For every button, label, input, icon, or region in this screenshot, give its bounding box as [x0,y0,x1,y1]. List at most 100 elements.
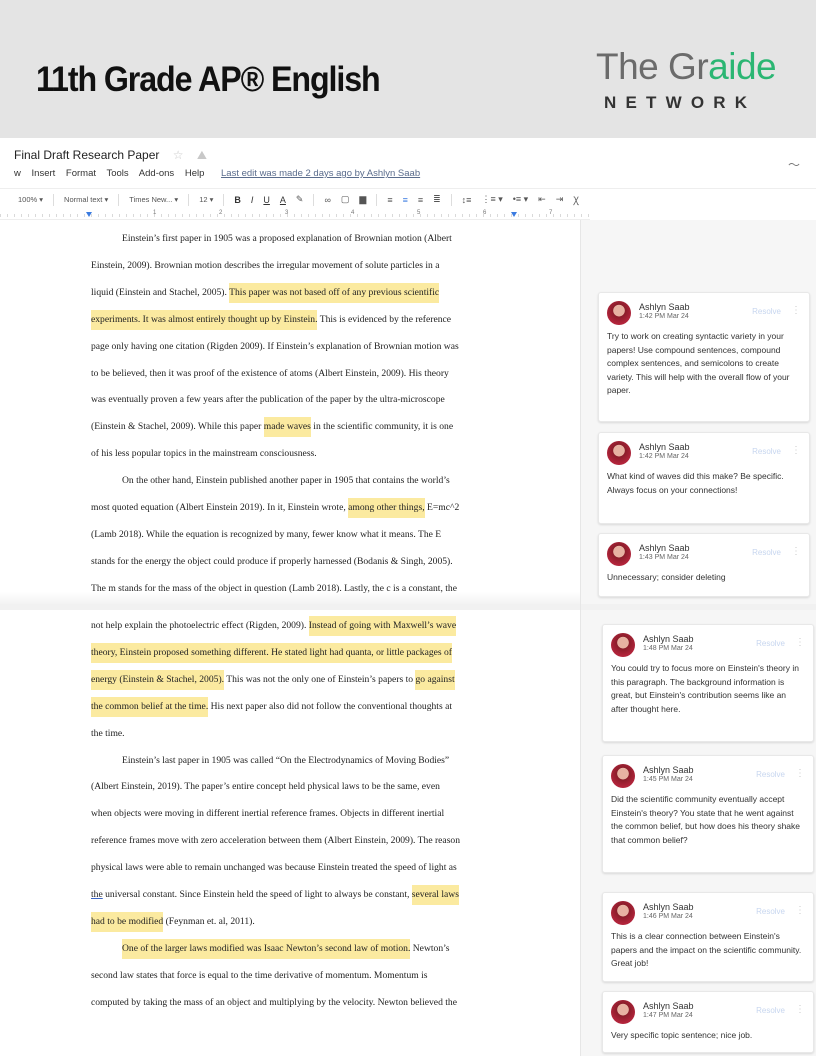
right-indent-marker[interactable] [511,212,517,217]
style-value: Normal text [64,195,103,204]
link-icon[interactable]: ∞ [324,195,330,205]
doc-text-line[interactable]: of his less popular topics in the mainst… [91,448,317,459]
numbered-list-icon[interactable]: ⋮≡ ▾ [481,194,502,205]
comment-text: Very specific topic sentence; nice job. [611,1030,753,1040]
font-size-select[interactable]: 12 ▾ [199,195,213,204]
more-options-icon[interactable]: ⋮ [795,905,805,916]
resolve-button[interactable]: Resolve [756,907,785,916]
toolbar-divider [223,193,225,206]
zoom-select[interactable]: 100% ▾ [18,195,43,204]
doc-text-line[interactable]: the common belief at the time. His next … [91,696,452,717]
more-options-icon[interactable]: ⋮ [795,768,805,779]
doc-text-line[interactable]: Einstein’s first paper in 1905 was a pro… [122,233,452,244]
doc-text-line[interactable]: (Albert Einstein, 2019). The paper’s ent… [91,781,440,792]
highlighted-text: Instead of going with Maxwell’s wave [308,616,457,636]
more-options-icon[interactable]: ⋮ [791,546,801,557]
doc-text-line[interactable]: Einstein, 2009). Brownian motion describ… [91,260,440,271]
doc-text-line[interactable]: page only having one citation (Rigden 20… [91,341,459,352]
doc-text-run: to be believed, then it was proof of the… [91,367,449,379]
menu-tools[interactable]: Tools [106,168,128,179]
doc-text-line[interactable]: theory, Einstein proposed something diff… [91,642,453,663]
doc-text-run: page only having one citation (Rigden 20… [91,340,459,352]
line-spacing-icon[interactable]: ↕≡ [462,195,472,205]
font-value: Times New... [129,195,173,204]
align-left-icon[interactable]: ≡ [387,195,392,205]
left-indent-marker[interactable] [86,212,92,217]
resolve-button[interactable]: Resolve [756,639,785,648]
activity-icon[interactable]: 〜 [788,156,800,173]
doc-text-line[interactable]: had to be modified (Feynman et. al, 2011… [91,911,255,932]
menu-help[interactable]: Help [185,168,205,179]
text-color-button[interactable]: A [280,195,286,205]
doc-text-run: (Einstein & Stachel, 2009). While this p… [91,421,264,433]
clear-formatting-icon[interactable]: Ꭓ [573,193,579,206]
doc-text-line[interactable]: (Lamb 2018). While the equation is recog… [91,529,441,540]
resolve-button[interactable]: Resolve [752,307,781,316]
doc-text-line[interactable]: stands for the energy the object could p… [91,556,453,567]
doc-text-line[interactable]: the time. [91,728,125,739]
doc-text-line[interactable]: when objects were moving in different in… [91,808,444,819]
avatar [607,441,631,465]
comment-card[interactable]: Ashlyn Saab 1:42 PM Mar 24 Resolve ⋮ What ki… [598,432,810,524]
doc-text-line[interactable]: most quoted equation (Albert Einstein 20… [91,498,459,518]
menu-view[interactable]: w [14,168,21,179]
ruler[interactable]: 1 2 3 4 5 6 7 [0,210,590,220]
doc-text-line[interactable]: On the other hand, Einstein published an… [122,475,450,486]
insert-image-icon[interactable]: ▆ [359,194,366,205]
star-icon[interactable]: ☆ [173,148,184,162]
more-options-icon[interactable]: ⋮ [791,305,801,316]
brand-logo-prefix: The Gr [596,46,709,87]
doc-text-line[interactable]: physical laws were able to remain unchan… [91,862,457,873]
resolve-button[interactable]: Resolve [756,1006,785,1015]
doc-text-line[interactable]: to be believed, then it was proof of the… [91,368,449,379]
highlight-pen-icon[interactable]: ✎ [296,194,304,205]
italic-button[interactable]: I [251,195,254,205]
comment-card[interactable]: Ashlyn Saab 1:42 PM Mar 24 Resolve ⋮ Try to … [598,292,810,422]
doc-text-line[interactable]: not help explain the photoelectric effec… [91,616,457,636]
more-options-icon[interactable]: ⋮ [791,445,801,456]
menu-format[interactable]: Format [66,168,96,179]
doc-text-line[interactable]: second law states that force is equal to… [91,970,428,981]
zoom-value: 100% [18,195,38,204]
align-center-icon[interactable]: ≡ [403,195,408,205]
add-comment-icon[interactable]: ▢ [341,194,350,205]
doc-text-line[interactable]: computed by taking the mass of an object… [91,997,457,1008]
more-options-icon[interactable]: ⋮ [795,637,805,648]
doc-text-line[interactable]: Einstein’s last paper in 1905 was called… [122,755,449,766]
font-select[interactable]: Times New... ▾ [129,195,178,204]
move-to-folder-icon[interactable]: ⛰ [197,148,207,163]
doc-text-line[interactable]: (Einstein & Stachel, 2009). While this p… [91,417,453,438]
document-title[interactable]: Final Draft Research Paper [14,148,159,162]
style-select[interactable]: Normal text ▾ [64,195,108,204]
more-options-icon[interactable]: ⋮ [795,1004,805,1015]
doc-text-line[interactable]: The m stands for the mass of the object … [91,583,457,594]
align-right-icon[interactable]: ≡ [418,195,423,205]
doc-text-line[interactable]: was eventually proven a few years after … [91,394,445,405]
bold-button[interactable]: B [234,195,241,205]
comment-card[interactable]: Ashlyn Saab 1:45 PM Mar 24 Resolve ⋮ Did the… [602,755,814,873]
doc-text-line[interactable]: liquid (Einstein and Stachel, 2005). Thi… [91,282,440,303]
doc-text-line[interactable]: the universal constant. Since Einstein h… [91,885,459,905]
underline-button[interactable]: U [263,195,270,205]
doc-text-line[interactable]: One of the larger laws modified was Isaa… [122,938,450,959]
increase-indent-icon[interactable]: ⇥ [556,194,564,205]
resolve-button[interactable]: Resolve [752,447,781,456]
doc-text-line[interactable]: reference frames move with zero accelera… [91,835,460,846]
doc-text-line[interactable]: energy (Einstein & Stachel, 2005). This … [91,669,455,690]
decrease-indent-icon[interactable]: ⇤ [538,194,546,205]
comment-author: Ashlyn Saab [639,442,690,452]
comment-card[interactable]: Ashlyn Saab 1:47 PM Mar 24 Resolve ⋮ Very sp… [602,991,814,1053]
resolve-button[interactable]: Resolve [756,770,785,779]
comment-card[interactable]: Ashlyn Saab 1:43 PM Mar 24 Resolve ⋮ Unneces… [598,533,810,597]
avatar [607,542,631,566]
align-justify-icon[interactable]: ≣ [433,194,441,205]
resolve-button[interactable]: Resolve [752,548,781,557]
comment-card[interactable]: Ashlyn Saab 1:46 PM Mar 24 Resolve ⋮ This is… [602,892,814,982]
doc-text-line[interactable]: experiments. It was almost entirely thou… [91,309,452,330]
comment-card[interactable]: Ashlyn Saab 1:48 PM Mar 24 Resolve ⋮ You cou… [602,624,814,742]
doc-text-run: This is evidenced by the reference [317,313,452,325]
last-edit-link[interactable]: Last edit was made 2 days ago by Ashlyn … [221,168,420,179]
menu-addons[interactable]: Add-ons [139,168,174,179]
menu-insert[interactable]: Insert [32,168,56,179]
bulleted-list-icon[interactable]: •≡ ▾ [513,194,528,205]
